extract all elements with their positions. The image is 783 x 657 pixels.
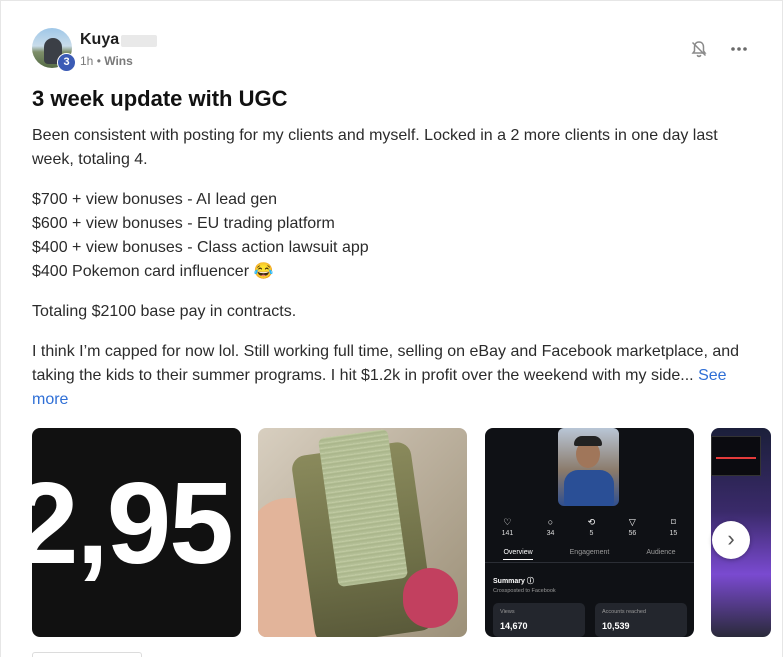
stat-reposts: ⟲ 5: [587, 517, 596, 537]
image-number-text: 2,95: [32, 458, 234, 588]
share-icon: ▽: [628, 517, 636, 527]
redacted-name-placeholder: [121, 35, 157, 47]
author-avatar[interactable]: 3: [32, 28, 76, 72]
accounts-reached-box: Accounts reached 10,539: [595, 603, 687, 637]
summary-title: Summary ⓘ: [493, 578, 534, 585]
stat-comments: ○ 34: [546, 517, 555, 537]
tab-audience: Audience: [646, 549, 676, 556]
stat-likes: ♡ 141: [501, 517, 514, 537]
insights-stats: ♡ 141 ○ 34 ⟲ 5 ▽ 56 ⌑ 15: [485, 516, 694, 537]
info-icon: ⓘ: [526, 578, 534, 585]
body-paragraph: Been consistent with posting for my clie…: [32, 127, 718, 168]
post-time: 1h: [80, 54, 94, 68]
contract-line: $600 + view bonuses - EU trading platfor…: [32, 215, 335, 232]
tab-engagement: Engagement: [569, 549, 610, 556]
summary-subtitle: Crossposted to Facebook: [493, 588, 556, 594]
contract-line: $400 + view bonuses - Class action lawsu…: [32, 239, 369, 256]
insights-tabs: Overview Engagement Audience: [485, 549, 694, 560]
reaction-bar-partial: [32, 652, 142, 657]
bell-off-icon[interactable]: [689, 39, 709, 59]
more-horizontal-icon[interactable]: [729, 39, 749, 59]
insights-post-thumbnail: [558, 428, 619, 506]
author-name[interactable]: Kuya: [80, 31, 119, 49]
stat-saves: ⌑ 15: [669, 517, 678, 537]
post-meta: 1h • Wins: [80, 54, 133, 68]
bookmark-icon: ⌑: [671, 517, 676, 527]
heart-icon: ♡: [503, 517, 512, 527]
post-card: 3 Kuya 1h • Wins 3 week update with UGC …: [0, 0, 783, 657]
tab-overview: Overview: [503, 549, 533, 560]
body-paragraph: Totaling $2100 base pay in contracts.: [32, 303, 297, 320]
post-body: Been consistent with posting for my clie…: [32, 124, 752, 412]
post-title[interactable]: 3 week update with UGC: [32, 86, 288, 112]
meta-separator: •: [96, 54, 101, 68]
repost-icon: ⟲: [587, 517, 596, 527]
comment-icon: ○: [547, 517, 554, 527]
gallery-image-1[interactable]: 2,95: [32, 428, 241, 637]
gallery-image-insights[interactable]: ♡ 141 ○ 34 ⟲ 5 ▽ 56 ⌑ 15 Overview Engagement …: [485, 428, 694, 637]
contract-line: $400 Pokemon card influencer 😂: [32, 263, 274, 280]
level-badge: 3: [57, 53, 76, 72]
body-paragraph: I think I’m capped for now lol. Still wo…: [32, 343, 740, 384]
chevron-right-icon[interactable]: ›: [712, 521, 750, 559]
image-gallery: 2,95 ♡ 141 ○ 34 ⟲ 5 ▽ 56 ⌑ 15 Overview Engage…: [32, 428, 783, 638]
post-category[interactable]: Wins: [104, 54, 133, 68]
stat-shares: ▽ 56: [628, 517, 637, 537]
views-box: Views 14,670: [493, 603, 585, 637]
contract-line: $700 + view bonuses - AI lead gen: [32, 191, 278, 208]
gallery-image-cash-wallet[interactable]: [258, 428, 467, 637]
